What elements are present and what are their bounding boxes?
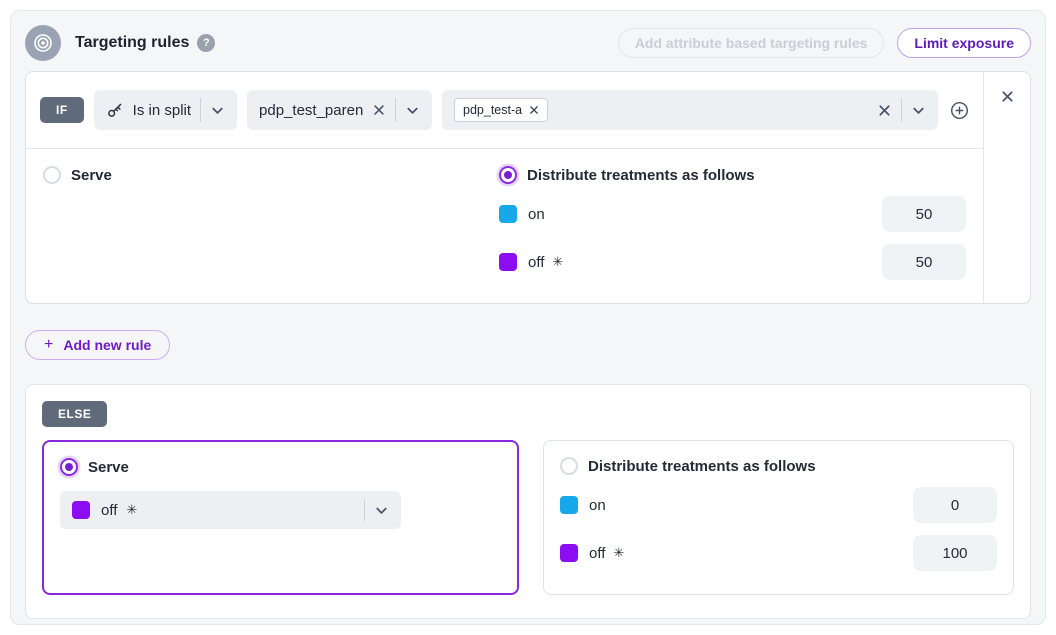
- else-distribute-label: Distribute treatments as follows: [588, 458, 816, 475]
- else-section: ELSE Serve off ✳: [25, 384, 1031, 619]
- treatment-row: off ✳ 100: [560, 535, 997, 571]
- treatment-row: on 0: [560, 487, 997, 523]
- divider: [364, 499, 365, 521]
- chevron-down-icon[interactable]: [374, 503, 389, 518]
- page-title: Targeting rules: [75, 34, 189, 52]
- treatment-on-swatch: [560, 496, 578, 514]
- serve-radio[interactable]: [43, 166, 61, 184]
- targeting-rule-card: IF Is in split pdp_test_par: [25, 71, 1031, 304]
- add-new-rule-button[interactable]: + Add new rule: [25, 330, 170, 360]
- treatment-tag: pdp_test-a: [454, 98, 548, 122]
- treatment-off-swatch: [499, 253, 517, 271]
- else-serve-radio[interactable]: [60, 458, 78, 476]
- else-distribute-card: Distribute treatments as follows on 0 of…: [543, 440, 1014, 595]
- treatment-row: off ✳ 50: [499, 244, 966, 280]
- default-marker: ✳: [126, 502, 137, 518]
- default-marker: ✳: [613, 545, 624, 561]
- chevron-down-icon[interactable]: [210, 103, 225, 118]
- treatment-row: on 50: [499, 196, 966, 232]
- treatment-percentage-input[interactable]: 50: [882, 244, 966, 280]
- add-condition-icon[interactable]: [950, 101, 969, 120]
- else-serve-label: Serve: [88, 459, 129, 476]
- divider: [901, 98, 902, 122]
- else-serve-treatment-select[interactable]: off ✳: [60, 491, 401, 529]
- if-badge: IF: [40, 97, 84, 123]
- else-serve-card: Serve off ✳: [42, 440, 519, 595]
- panel-header: Targeting rules ? Add attribute based ta…: [25, 25, 1031, 61]
- default-marker: ✳: [552, 254, 563, 270]
- treatment-percentage-input[interactable]: 50: [882, 196, 966, 232]
- add-attribute-rules-button[interactable]: Add attribute based targeting rules: [618, 28, 885, 58]
- bullseye-icon: [25, 25, 61, 61]
- plus-icon: +: [44, 336, 53, 354]
- treatment-tag-label: pdp_test-a: [463, 103, 522, 117]
- targeting-rules-panel: Targeting rules ? Add attribute based ta…: [10, 10, 1046, 625]
- matcher-label: Is in split: [133, 102, 191, 119]
- rule-actions-column: [983, 72, 1030, 303]
- clear-all-icon[interactable]: [877, 103, 892, 118]
- split-name: pdp_test_paren: [259, 102, 363, 119]
- distribute-radio[interactable]: [499, 166, 517, 184]
- treatment-multiselect[interactable]: pdp_test-a: [442, 90, 938, 130]
- treatment-percentage-input[interactable]: 100: [913, 535, 997, 571]
- distribute-label: Distribute treatments as follows: [527, 167, 755, 184]
- divider: [395, 98, 396, 122]
- else-distribute-radio[interactable]: [560, 457, 578, 475]
- delete-rule-icon[interactable]: [1000, 88, 1015, 104]
- treatment-percentage-input[interactable]: 0: [913, 487, 997, 523]
- chevron-down-icon[interactable]: [405, 103, 420, 118]
- rule-condition-row: IF Is in split pdp_test_par: [26, 72, 983, 149]
- split-select[interactable]: pdp_test_paren: [247, 90, 432, 130]
- treatment-off-swatch: [72, 501, 90, 519]
- else-badge: ELSE: [42, 401, 107, 427]
- matcher-select[interactable]: Is in split: [94, 90, 237, 130]
- treatment-on-swatch: [499, 205, 517, 223]
- serve-label: Serve: [71, 167, 112, 184]
- key-icon: [106, 101, 124, 119]
- treatment-off-swatch: [560, 544, 578, 562]
- help-icon[interactable]: ?: [197, 34, 215, 52]
- clear-icon[interactable]: [372, 103, 386, 117]
- rule-serve-section: Serve Distribute treatments as follows o…: [26, 149, 983, 303]
- tag-remove-icon[interactable]: [529, 105, 539, 115]
- divider: [200, 98, 201, 122]
- limit-exposure-button[interactable]: Limit exposure: [897, 28, 1031, 58]
- chevron-down-icon[interactable]: [911, 103, 926, 118]
